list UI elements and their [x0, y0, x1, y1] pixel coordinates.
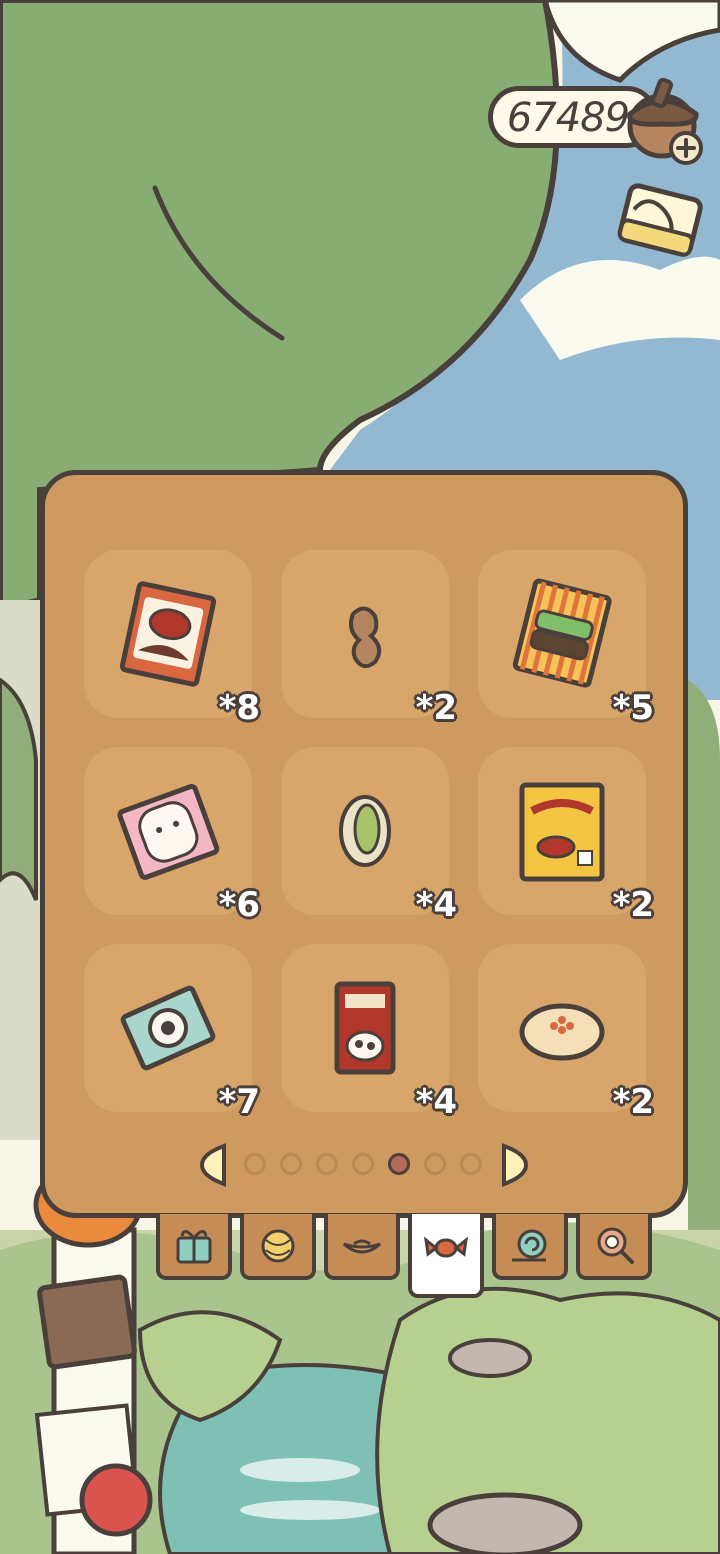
tab-gifts[interactable] — [156, 1214, 232, 1280]
page-dot[interactable] — [244, 1153, 266, 1175]
category-tabs — [156, 1214, 656, 1304]
next-page-arrow-icon[interactable] — [500, 1142, 530, 1188]
item-count: *8 — [218, 688, 260, 728]
inventory-slot[interactable]: *7 — [84, 944, 260, 1122]
item-count: *4 — [415, 885, 457, 925]
item-count: *7 — [218, 1082, 260, 1122]
item-count: *2 — [612, 885, 654, 925]
yellow-chips-bag-icon — [519, 782, 605, 882]
bun-icon — [519, 1003, 605, 1061]
tab-search[interactable] — [576, 1214, 652, 1280]
inventory-panel: *8 *2 *5 *6 *4 *2 *7 *4 *2 — [40, 470, 688, 1218]
previous-page-arrow-icon[interactable] — [198, 1142, 228, 1188]
tab-dishes[interactable] — [324, 1214, 400, 1280]
candy-icon — [423, 1236, 469, 1258]
striped-snack-bag-icon — [512, 578, 612, 688]
plate-icon — [343, 1239, 381, 1254]
acorn-icon[interactable] — [618, 70, 708, 166]
pink-candy-bag-icon — [117, 783, 220, 880]
inventory-slot[interactable]: *2 — [478, 944, 654, 1122]
page-dot-current[interactable] — [388, 1153, 410, 1175]
page-dot[interactable] — [460, 1153, 482, 1175]
item-count: *2 — [415, 688, 457, 728]
page-dot[interactable] — [424, 1153, 446, 1175]
milk-carton-icon — [334, 981, 396, 1075]
yarn-icon — [261, 1229, 295, 1263]
inventory-slot[interactable]: *5 — [478, 550, 654, 728]
letter-icon[interactable] — [612, 176, 708, 266]
inventory-slot[interactable]: *8 — [84, 550, 260, 728]
inventory-slot[interactable]: *2 — [478, 747, 654, 925]
item-count: *4 — [415, 1082, 457, 1122]
gift-icon — [176, 1230, 212, 1264]
inventory-slot[interactable]: *4 — [281, 747, 457, 925]
item-count: *6 — [218, 885, 260, 925]
page-dot[interactable] — [316, 1153, 338, 1175]
inventory-slot[interactable]: *2 — [281, 550, 457, 728]
snail-icon — [512, 1229, 547, 1262]
tab-snacks[interactable] — [408, 1214, 484, 1298]
peanut-icon — [349, 606, 382, 669]
tab-crafts[interactable] — [240, 1214, 316, 1280]
magnifier-icon — [597, 1227, 634, 1264]
inventory-slot[interactable]: *4 — [281, 944, 457, 1122]
inventory-slot[interactable]: *6 — [84, 747, 260, 925]
page-dot[interactable] — [352, 1153, 374, 1175]
page-dot[interactable] — [280, 1153, 302, 1175]
red-snack-bag-icon — [119, 581, 217, 687]
item-count: *5 — [612, 688, 654, 728]
mint-candy-icon — [120, 985, 216, 1071]
tab-creatures[interactable] — [492, 1214, 568, 1280]
pistachio-icon — [339, 795, 391, 867]
item-count: *2 — [612, 1082, 654, 1122]
page-indicator — [198, 1138, 532, 1192]
